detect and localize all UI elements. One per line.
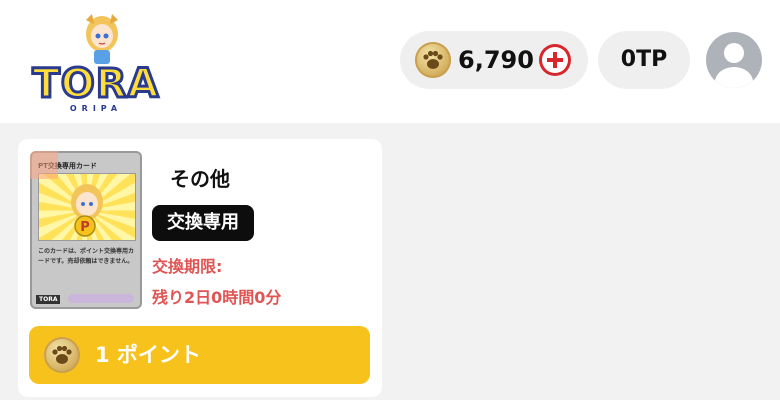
- exchange-item-card[interactable]: PT交換専用カード P このカードは、ポイント交換専用カードです。売却依頼はでき…: [18, 139, 382, 397]
- tp-balance[interactable]: 0TP: [598, 31, 690, 89]
- deadline-value: 残り2日0時間0分: [152, 288, 282, 307]
- paw-coin-icon: [415, 42, 451, 78]
- card-image-bar: [68, 294, 134, 303]
- card-image-footer: TORA: [36, 295, 61, 304]
- point-button-label: 1 ポイント: [95, 343, 201, 367]
- user-avatar-icon[interactable]: [706, 32, 762, 88]
- card-image-art: P: [38, 173, 136, 241]
- card-image-body: このカードは、ポイント交換専用カードです。売却依頼はできません。: [38, 248, 135, 265]
- logo-text: TORA: [31, 61, 160, 108]
- tora-logo[interactable]: TORA ORIPA: [30, 12, 162, 113]
- exchange-point-button[interactable]: 1 ポイント: [29, 326, 370, 384]
- exchange-only-badge: 交換専用: [152, 205, 254, 241]
- paw-coin-icon: [44, 337, 80, 373]
- coin-balance-value: 6,790: [458, 46, 534, 74]
- deadline-label: 交換期限:: [152, 257, 223, 276]
- logo-subtitle: ORIPA: [69, 104, 123, 113]
- corner-badge: [30, 151, 58, 179]
- plus-circle-icon[interactable]: [539, 44, 571, 76]
- svg-text:P: P: [80, 220, 90, 235]
- coin-balance[interactable]: 6,790: [400, 31, 588, 89]
- mascot-girl-icon: [86, 14, 118, 64]
- item-title: その他: [170, 167, 230, 191]
- app-header: TORA ORIPA 6,790 0TP: [0, 0, 780, 123]
